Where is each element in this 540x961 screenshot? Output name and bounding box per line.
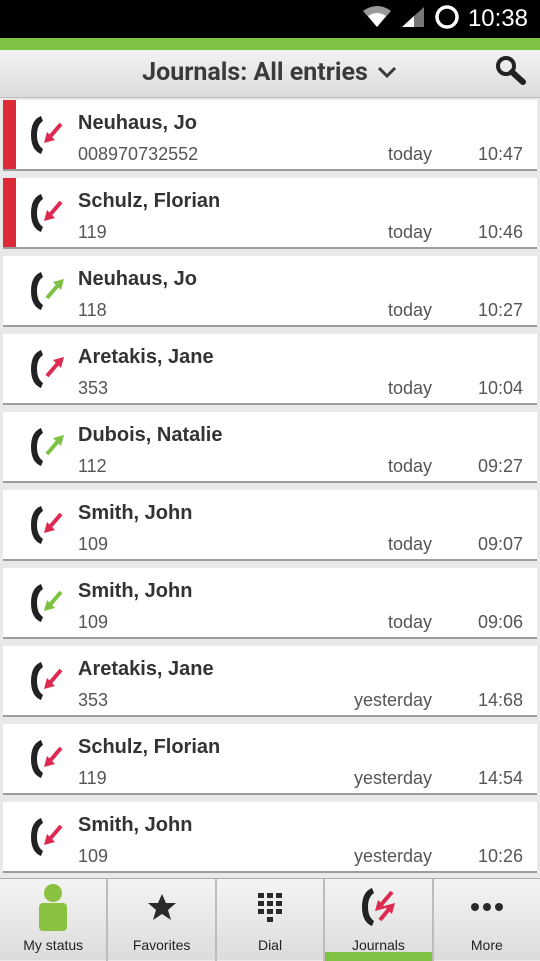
incoming-call-icon <box>27 658 67 704</box>
call-day: today <box>387 378 432 398</box>
call-day: today <box>387 456 432 476</box>
nav-journals[interactable]: Journals <box>325 879 434 961</box>
contact-name: Aretakis, Jane <box>78 658 214 680</box>
accent-strip <box>0 38 540 50</box>
phone-number: 109 <box>78 534 109 554</box>
wifi-icon <box>362 5 392 33</box>
journal-filter-dropdown[interactable]: Journals: All entries <box>0 50 540 94</box>
journal-entry[interactable]: Aretakis, Jane 353 yesterday 14:68 <box>3 646 537 717</box>
phone-number: 109 <box>78 846 109 866</box>
contact-name: Neuhaus, Jo <box>78 112 197 134</box>
incoming-call-icon <box>27 502 67 548</box>
journal-entry[interactable]: Neuhaus, Jo 118 today 10:27 <box>3 256 537 327</box>
phone-number: 119 <box>78 768 107 788</box>
outgoing-call-icon <box>27 424 67 470</box>
phone-number: 353 <box>78 378 109 398</box>
nav-more[interactable]: More <box>434 879 540 961</box>
call-time: 10:04 <box>477 378 523 398</box>
contact-name: Schulz, Florian <box>78 736 221 758</box>
journal-entry[interactable]: Schulz, Florian 119 today 10:46 <box>3 178 537 249</box>
call-time: 10:26 <box>477 846 523 866</box>
phone-number: 112 <box>78 456 107 476</box>
call-day: today <box>387 300 432 320</box>
journal-entry[interactable]: Schulz, Florian 119 yesterday 14:54 <box>3 724 537 795</box>
bottom-nav: My status Favorites Dial Journals More <box>0 878 540 961</box>
status-bar: 10:38 <box>0 0 540 38</box>
page-title: Journals: All entries <box>142 57 368 87</box>
call-day: yesterday <box>353 768 432 788</box>
nav-favorites[interactable]: Favorites <box>108 879 217 961</box>
journal-entry[interactable]: Smith, John 109 today 09:06 <box>3 568 537 639</box>
call-day: today <box>387 222 432 242</box>
incoming-call-icon <box>27 736 67 782</box>
call-day: today <box>387 144 432 164</box>
call-day: yesterday <box>353 846 432 866</box>
chevron-down-icon <box>376 61 398 83</box>
more-icon <box>470 879 504 935</box>
phone-number: 109 <box>78 612 109 632</box>
search-button[interactable] <box>490 50 530 94</box>
call-day: today <box>387 612 432 632</box>
missed-call-icon <box>27 190 67 236</box>
outgoing-call-icon <box>27 346 67 392</box>
journal-entry[interactable]: Dubois, Natalie 112 today 09:27 <box>3 412 537 483</box>
person-icon <box>37 879 69 935</box>
status-time: 10:38 <box>467 5 528 32</box>
sync-icon <box>434 4 460 34</box>
phone-number: 118 <box>78 300 107 320</box>
incoming-call-icon <box>27 814 67 860</box>
contact-name: Smith, John <box>78 814 193 836</box>
nav-label: Favorites <box>132 937 191 953</box>
star-icon <box>147 879 177 935</box>
call-time: 09:06 <box>477 612 523 632</box>
header-bar: Journals: All entries <box>0 50 540 98</box>
call-day: today <box>387 534 432 554</box>
incoming-call-icon <box>27 580 67 626</box>
nav-dial[interactable]: Dial <box>217 879 326 961</box>
contact-name: Smith, John <box>78 580 193 602</box>
call-day: yesterday <box>353 690 432 710</box>
contact-name: Neuhaus, Jo <box>78 268 197 290</box>
nav-label: Dial <box>257 937 283 953</box>
signal-icon <box>400 5 426 33</box>
call-time: 09:07 <box>477 534 523 554</box>
phone-number: 008970732552 <box>78 144 199 164</box>
call-time: 14:54 <box>477 768 523 788</box>
phone-number: 353 <box>78 690 109 710</box>
nav-label: Journals <box>351 937 405 953</box>
journal-entry[interactable]: Smith, John 109 today 09:07 <box>3 490 537 561</box>
nav-my-status[interactable]: My status <box>0 879 109 961</box>
call-time: 14:68 <box>477 690 523 710</box>
contact-name: Dubois, Natalie <box>78 424 223 446</box>
outgoing-call-icon <box>27 268 67 314</box>
phone-number: 119 <box>78 222 107 242</box>
contact-name: Aretakis, Jane <box>78 346 214 368</box>
journals-icon <box>358 879 398 935</box>
contact-name: Schulz, Florian <box>78 190 221 212</box>
contact-name: Smith, John <box>78 502 193 524</box>
journal-entry[interactable]: Neuhaus, Jo 008970732552 today 10:47 <box>3 100 537 171</box>
call-time: 09:27 <box>477 456 523 476</box>
dialpad-icon <box>256 879 284 935</box>
call-time: 10:46 <box>477 222 523 242</box>
journal-entry[interactable]: Aretakis, Jane 353 today 10:04 <box>3 334 537 405</box>
missed-call-icon <box>27 112 67 158</box>
nav-label: My status <box>23 937 84 953</box>
nav-label: More <box>470 937 503 953</box>
search-icon <box>494 54 526 90</box>
journal-entry[interactable]: Smith, John 109 yesterday 10:26 <box>3 802 537 873</box>
call-time: 10:47 <box>477 144 523 164</box>
call-time: 10:27 <box>477 300 523 320</box>
